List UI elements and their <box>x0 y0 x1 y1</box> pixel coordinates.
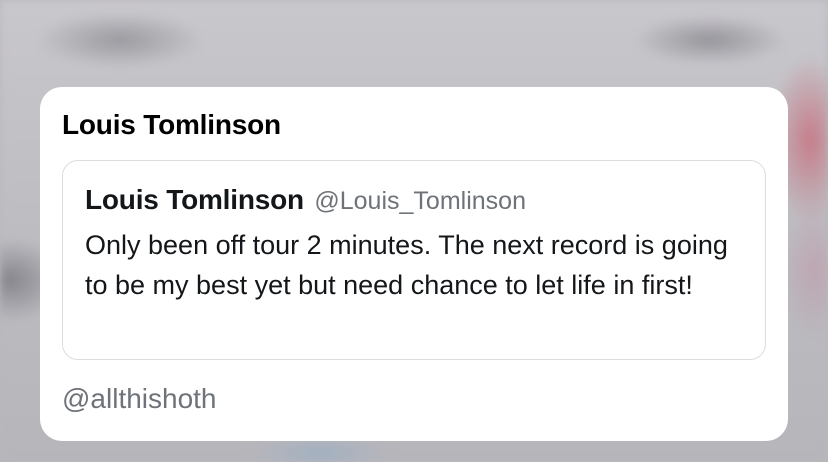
quoted-tweet-text: Only been off tour 2 minutes. The next r… <box>85 230 728 300</box>
footer-handle: @allthishoth <box>62 383 217 414</box>
quoted-tweet-author-handle: @Louis_Tomlinson <box>314 187 526 215</box>
shared-tweet-preview-card[interactable]: Louis Tomlinson Louis Tomlinson @Louis_T… <box>40 87 788 441</box>
quoted-tweet[interactable]: Louis Tomlinson @Louis_Tomlinson Only be… <box>62 160 766 360</box>
quoted-tweet-author-name: Louis Tomlinson <box>85 184 304 215</box>
quoted-tweet-header: Louis Tomlinson @Louis_Tomlinson <box>85 183 745 222</box>
sender-name: Louis Tomlinson <box>62 109 281 140</box>
